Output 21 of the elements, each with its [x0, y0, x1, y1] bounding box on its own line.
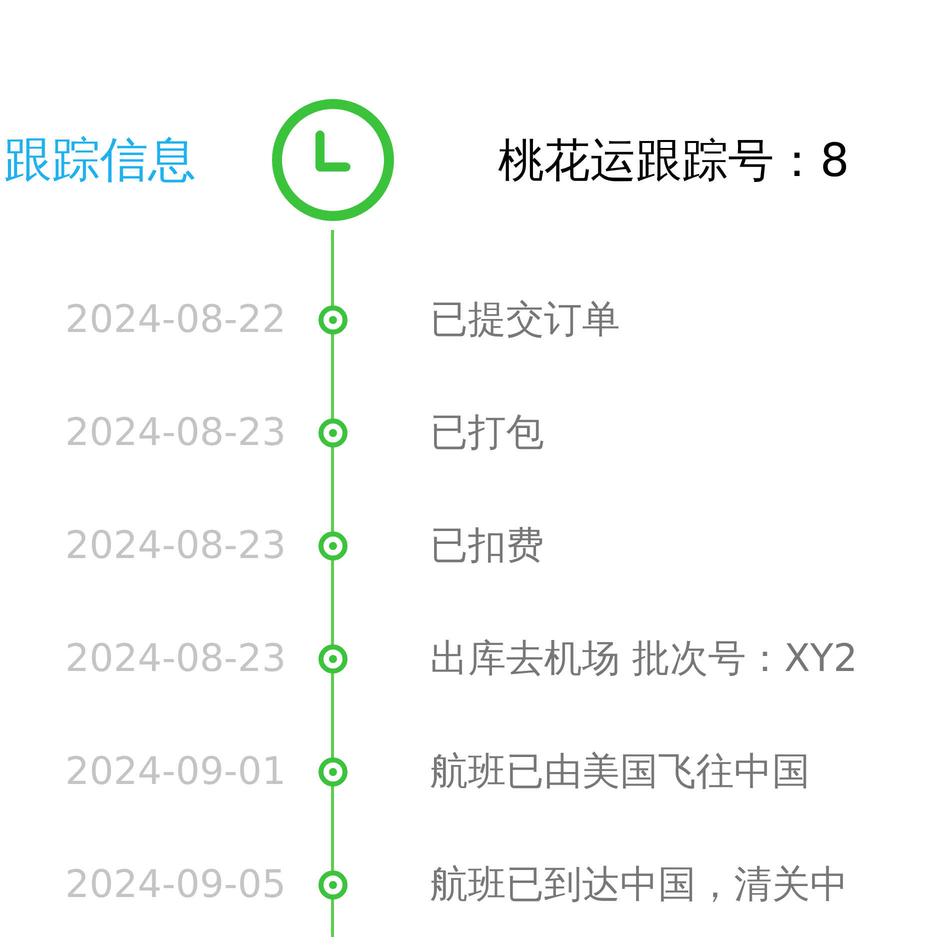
event-status: 航班已到达中国，清关中 [430, 862, 848, 906]
timeline-dot-icon [318, 530, 348, 560]
event-status: 航班已由美国飞往中国 [430, 749, 810, 793]
event-date: 2024-08-23 [65, 636, 286, 680]
event-status: 出库去机场 批次号：XY2 [430, 636, 858, 680]
event-date: 2024-09-01 [65, 749, 286, 793]
event-date: 2024-09-05 [65, 862, 286, 906]
event-status: 已提交订单 [430, 297, 620, 341]
event-date: 2024-08-22 [65, 297, 286, 341]
section-title: 跟踪信息 [4, 132, 196, 188]
timeline-dot-icon [318, 418, 348, 448]
event-date: 2024-08-23 [65, 523, 286, 567]
tracking-number-label: 桃花运跟踪号：8 [498, 132, 850, 186]
clock-icon [270, 97, 396, 223]
timeline-dot-icon [318, 756, 348, 786]
timeline-dot-icon [318, 644, 348, 674]
event-status: 已打包 [430, 410, 544, 454]
event-status: 已扣费 [430, 523, 544, 567]
event-date: 2024-08-23 [65, 410, 286, 454]
timeline-dot-icon [318, 304, 348, 334]
timeline-dot-icon [318, 870, 348, 900]
